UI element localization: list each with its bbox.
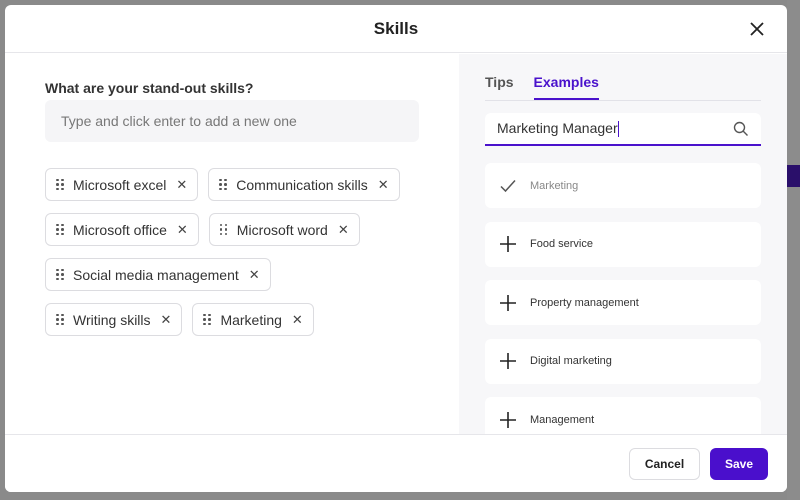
drag-handle-icon[interactable]: [56, 268, 64, 281]
drag-handle-icon[interactable]: [219, 223, 228, 236]
skill-chip[interactable]: Writing skills ✕: [45, 303, 183, 336]
drag-handle-icon[interactable]: [203, 313, 211, 326]
skills-list: Microsoft excel ✕ Communication skills ✕ Mic…: [45, 168, 415, 336]
example-label: Digital marketing: [530, 355, 612, 367]
skill-label: Microsoft excel: [73, 176, 167, 193]
example-item[interactable]: Food service: [485, 221, 761, 267]
drag-handle-icon[interactable]: [56, 313, 64, 326]
cancel-button[interactable]: Cancel: [629, 448, 700, 480]
modal-footer: Cancel Save: [5, 434, 787, 492]
example-label: Property management: [530, 296, 639, 309]
plus-icon: [500, 294, 516, 311]
skill-label: Marketing: [220, 311, 282, 328]
skill-chip[interactable]: Microsoft excel ✕: [45, 168, 199, 201]
remove-skill-icon[interactable]: ✕: [249, 267, 260, 283]
skills-question: What are your stand-out skills?: [45, 80, 254, 96]
example-label: Food service: [530, 238, 593, 250]
tabs: Tips Examples: [485, 74, 761, 101]
remove-skill-icon[interactable]: ✕: [177, 222, 188, 238]
remove-skill-icon[interactable]: ✕: [378, 177, 389, 193]
example-label: Management: [530, 413, 595, 426]
remove-skill-icon[interactable]: ✕: [338, 222, 349, 238]
remove-skill-icon[interactable]: ✕: [176, 177, 187, 193]
plus-icon: [500, 353, 516, 369]
modal-header: Skills: [5, 5, 787, 53]
tab-tips[interactable]: Tips: [485, 74, 514, 100]
skill-label: Writing skills: [73, 311, 151, 328]
skill-label: Social media management: [73, 266, 239, 283]
skill-label: Microsoft word: [236, 221, 328, 238]
background-button: [787, 165, 800, 187]
remove-skill-icon[interactable]: ✕: [292, 312, 303, 328]
drag-handle-icon[interactable]: [56, 178, 64, 191]
examples-list: Marketing Food service Property management…: [485, 163, 761, 434]
example-item[interactable]: Marketing: [485, 163, 761, 208]
example-search-input[interactable]: Marketing Manager: [485, 113, 761, 146]
remove-skill-icon[interactable]: ✕: [161, 312, 172, 328]
skill-chip[interactable]: Marketing ✕: [192, 303, 314, 336]
check-icon: [500, 179, 516, 192]
background-page: [787, 0, 800, 500]
add-skill-input[interactable]: [45, 100, 419, 142]
skill-chip[interactable]: Microsoft office ✕: [45, 213, 199, 246]
example-item[interactable]: Management: [485, 397, 761, 434]
skill-label: Microsoft office: [73, 221, 167, 238]
close-icon[interactable]: [745, 17, 769, 41]
drag-handle-icon[interactable]: [219, 178, 227, 191]
example-item[interactable]: Property management: [485, 280, 761, 325]
skill-chip[interactable]: Social media management ✕: [45, 258, 271, 291]
skill-label: Communication skills: [236, 176, 368, 193]
save-button[interactable]: Save: [710, 448, 768, 480]
search-icon[interactable]: [733, 121, 749, 137]
modal-title: Skills: [373, 19, 419, 38]
example-item[interactable]: Digital marketing: [485, 338, 761, 384]
drag-handle-icon[interactable]: [56, 223, 64, 236]
skill-chip[interactable]: Communication skills ✕: [208, 168, 400, 201]
plus-icon: [500, 411, 516, 428]
skills-modal: Skills What are your stand-out skills? M…: [5, 5, 787, 492]
tab-examples[interactable]: Examples: [533, 74, 599, 100]
example-label: Marketing: [530, 179, 579, 192]
skill-chip[interactable]: Microsoft word ✕: [208, 213, 360, 246]
suggestions-panel: Tips Examples Marketing Manager Marketin…: [459, 54, 787, 434]
search-value: Marketing Manager: [497, 119, 618, 136]
skills-editor: What are your stand-out skills? Microsof…: [5, 54, 459, 434]
plus-icon: [500, 236, 516, 252]
